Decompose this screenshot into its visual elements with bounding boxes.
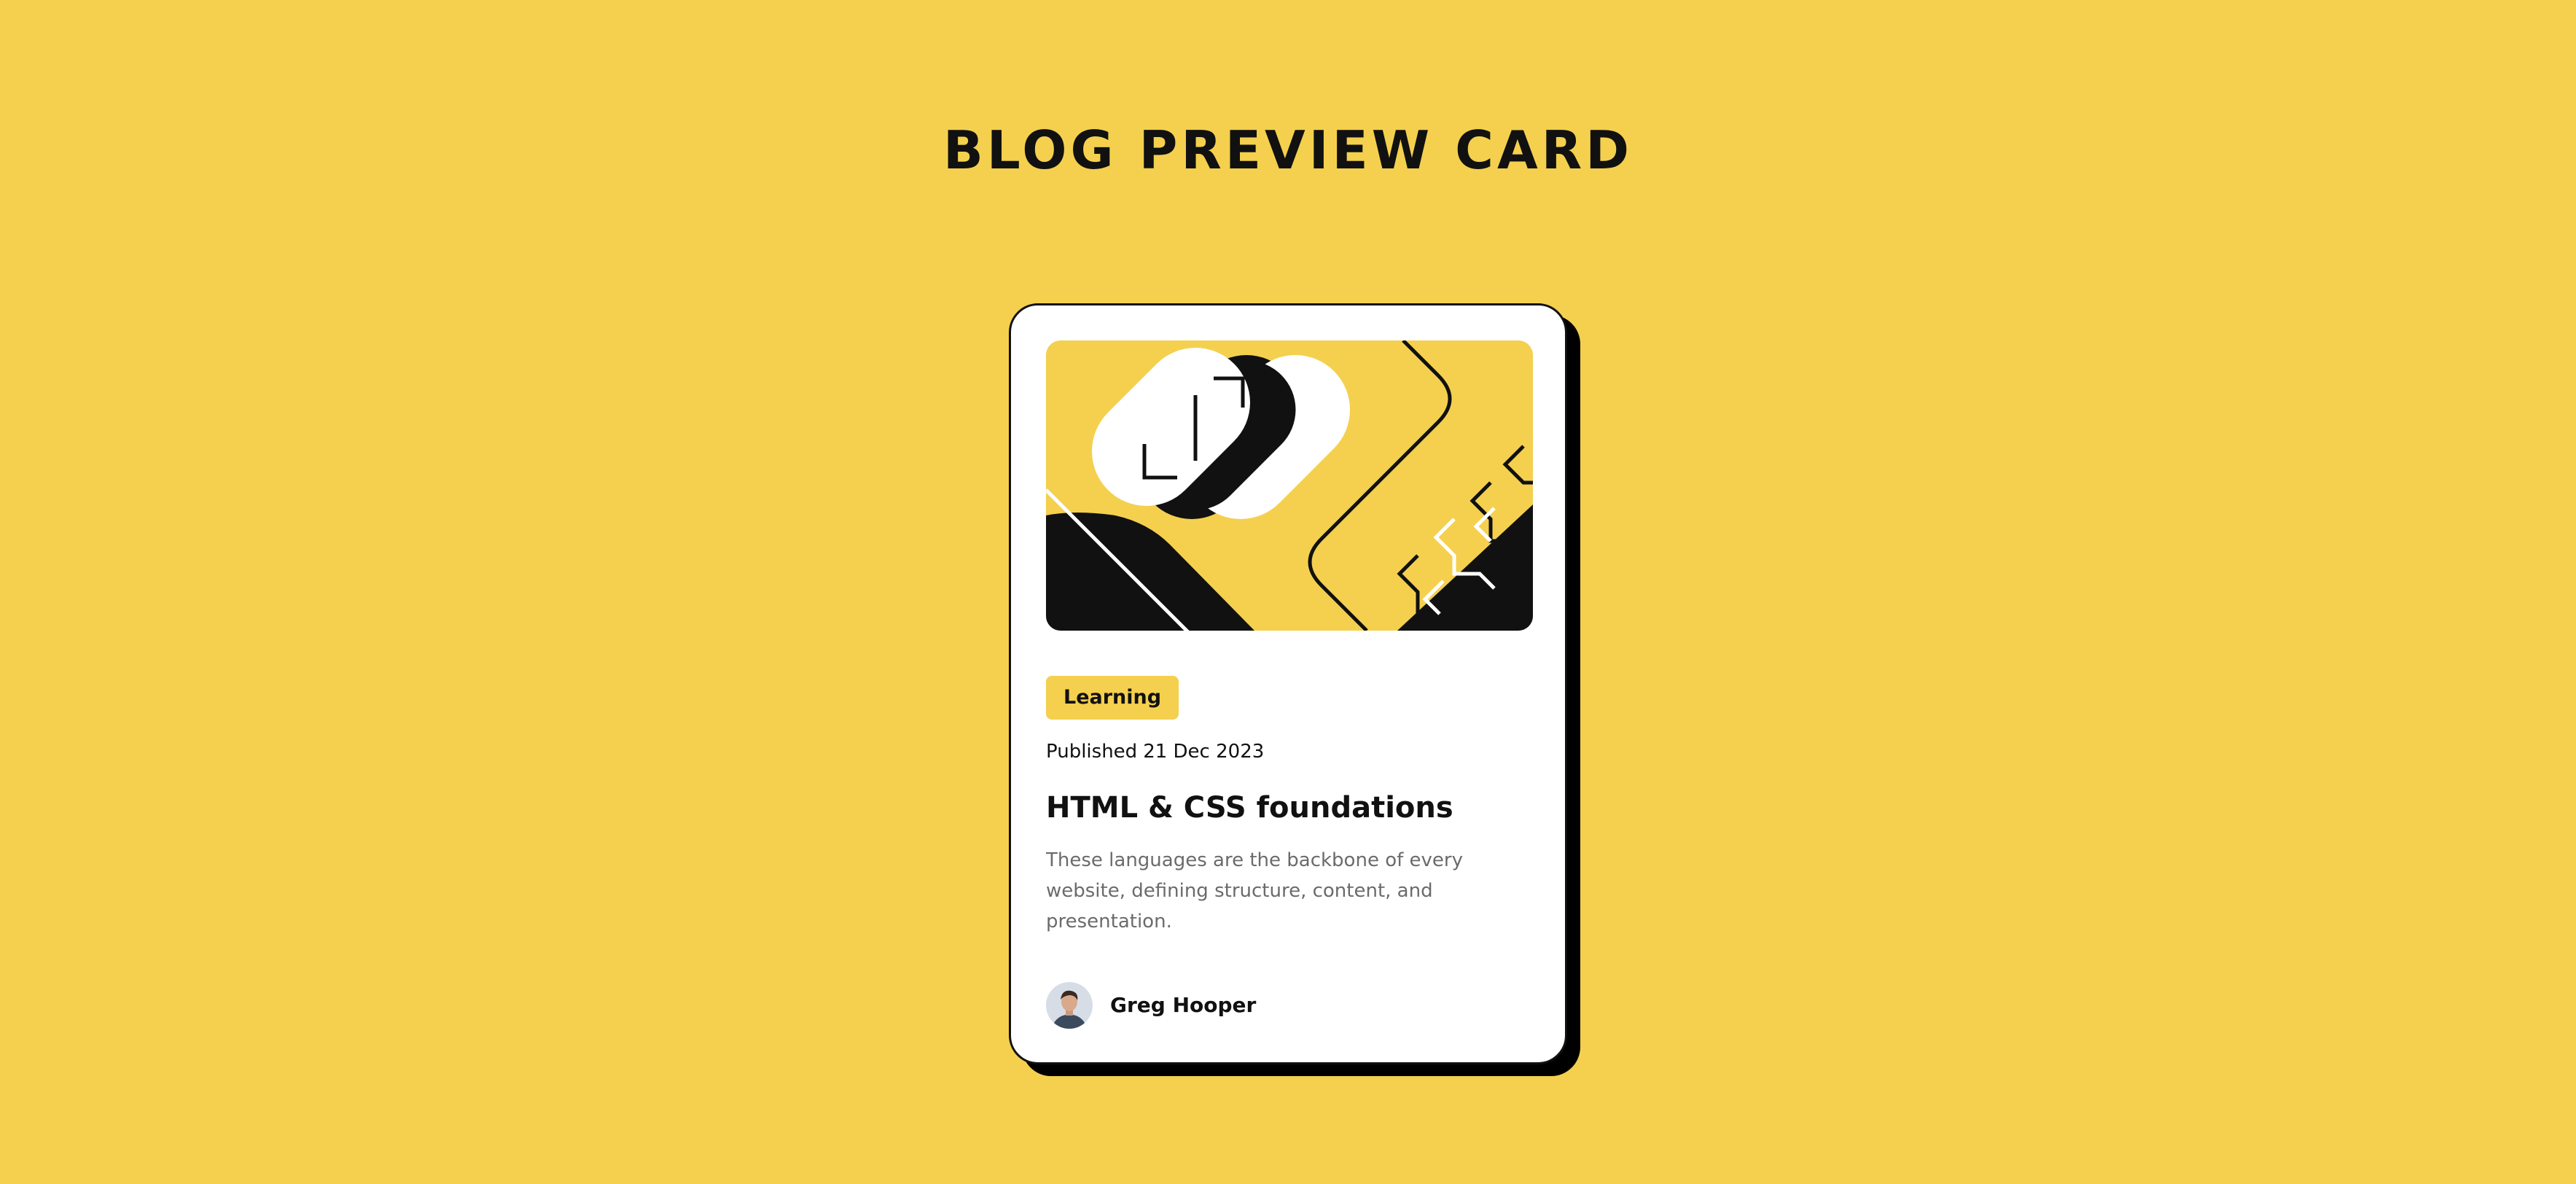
page-heading: BLOG PREVIEW CARD (943, 120, 1633, 181)
published-label: Published (1046, 741, 1138, 763)
author: Greg Hooper (1046, 982, 1256, 1029)
published-info: Published 21 Dec 2023 (1046, 737, 1264, 766)
category-tag: Learning (1046, 676, 1179, 720)
illustration-article-image (1046, 340, 1533, 631)
author-avatar (1046, 982, 1093, 1029)
author-name: Greg Hooper (1110, 993, 1257, 1017)
article-description: These languages are the backbone of ever… (1046, 849, 1463, 932)
published-date: 21 Dec 2023 (1143, 741, 1265, 763)
blog-preview-card[interactable]: Learning Published 21 Dec 2023 HTML & CSS… (1009, 303, 1567, 1064)
article-title-link[interactable]: HTML & CSS foundations (1046, 787, 1533, 829)
